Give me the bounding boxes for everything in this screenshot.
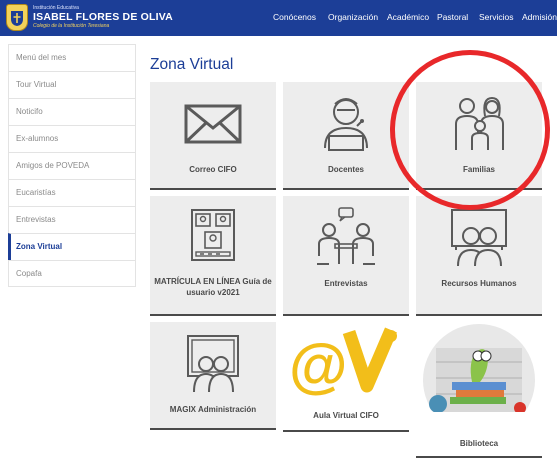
tile-label: MAGIX Administración <box>169 405 257 414</box>
top-navigation-bar: Institución Educativa ISABEL FLORES DE O… <box>0 0 557 36</box>
tile-entrevistas[interactable]: Entrevistas <box>283 196 409 316</box>
sidebar-item-ex-alumnos[interactable]: Ex-alumnos <box>8 125 136 152</box>
nav-admision[interactable]: Admisión <box>522 12 557 22</box>
tile-label: Aula Virtual CIFO <box>313 411 379 420</box>
sidebar-item-zona-virtual[interactable]: Zona Virtual <box>8 233 136 260</box>
teacher-icon <box>283 92 409 152</box>
sidebar-item-eucaristias[interactable]: Eucaristías <box>8 179 136 206</box>
tile-magix-administracion[interactable]: MAGIX Administración <box>150 322 276 430</box>
meeting-icon <box>283 206 409 266</box>
tile-label: Familias <box>462 165 495 174</box>
sidebar-menu: Menú del mes Tour Virtual Noticifo Ex-al… <box>8 44 136 287</box>
nav-pastoral[interactable]: Pastoral <box>437 12 468 22</box>
family-icon <box>416 92 542 152</box>
sidebar-item-amigos-de-poveda[interactable]: Amigos de POVEDA <box>8 152 136 179</box>
presentation-icon <box>416 206 542 267</box>
nav-academico[interactable]: Académico <box>387 12 429 22</box>
library-icon <box>416 322 542 432</box>
tile-label: Docentes <box>327 165 364 174</box>
tile-aula-virtual-cifo[interactable]: @ Aula Virtual CIFO <box>283 322 409 432</box>
nav-servicios[interactable]: Servicios <box>479 12 513 22</box>
nav-organizacion[interactable]: Organización <box>328 12 378 22</box>
tile-label: Biblioteca <box>459 439 499 448</box>
page-title: Zona Virtual <box>150 56 234 73</box>
sidebar-item-copafa[interactable]: Copafa <box>8 260 136 287</box>
sidebar-item-menu-del-mes[interactable]: Menú del mes <box>8 44 136 71</box>
envelope-icon <box>150 92 276 152</box>
aula-virtual-logo: @ <box>283 322 409 400</box>
school-crest-icon <box>6 4 28 31</box>
tile-familias[interactable]: Familias <box>416 82 542 190</box>
sidebar-item-noticifo[interactable]: Noticifo <box>8 98 136 125</box>
tile-recursos-humanos[interactable]: Recursos Humanos <box>416 196 542 316</box>
tile-biblioteca[interactable]: Biblioteca <box>416 322 542 458</box>
brand-name: ISABEL FLORES DE OLIVA <box>33 11 173 24</box>
tile-docentes[interactable]: Docentes <box>283 82 409 190</box>
tile-correo-cifo[interactable]: Correo CIFO <box>150 82 276 190</box>
board-icon <box>150 332 276 393</box>
school-brand[interactable]: Institución Educativa ISABEL FLORES DE O… <box>6 4 173 31</box>
svg-text:@: @ <box>289 332 348 399</box>
tile-label: Entrevistas <box>324 279 368 288</box>
enrollment-icon <box>150 206 276 266</box>
tile-label: Correo CIFO <box>189 165 237 174</box>
brand-subtitle: Colegio de la Institución Teresiana <box>33 22 110 29</box>
sidebar-item-entrevistas[interactable]: Entrevistas <box>8 206 136 233</box>
tile-matricula-en-linea[interactable]: MATRÍCULA EN LÍNEA Guía de usuario v2021 <box>150 196 276 316</box>
tile-label: MATRÍCULA EN LÍNEA Guía de usuario v2021 <box>154 277 272 297</box>
tile-label: Recursos Humanos <box>441 279 517 288</box>
sidebar-item-tour-virtual[interactable]: Tour Virtual <box>8 71 136 98</box>
nav-conocenos[interactable]: Conócenos <box>273 12 316 22</box>
